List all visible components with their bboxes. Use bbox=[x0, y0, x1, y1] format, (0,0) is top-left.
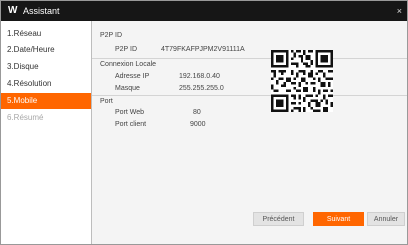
client-port-value: 9000 bbox=[190, 121, 206, 128]
close-icon[interactable]: × bbox=[397, 4, 402, 18]
sidebar-item-date-heure[interactable]: 2.Date/Heure bbox=[1, 42, 91, 58]
p2p-id-value: 4T79FKAFPJPM2V91111A bbox=[161, 46, 245, 53]
previous-button[interactable]: Précédent bbox=[253, 212, 304, 226]
mask-label: Masque bbox=[115, 85, 140, 92]
sidebar-item-resume: 6.Résumé bbox=[7, 113, 44, 122]
p2p-id-label: P2P ID bbox=[115, 46, 138, 53]
main-panel: P2P ID P2P ID 4T79FKAFPJPM2V91111A Conne… bbox=[92, 21, 407, 244]
cancel-button[interactable]: Annuler bbox=[367, 212, 405, 226]
sidebar-item-disque[interactable]: 3.Disque bbox=[1, 59, 91, 75]
connexion-section-title: Connexion Locale bbox=[100, 61, 157, 68]
ip-address-label: Adresse IP bbox=[115, 73, 150, 80]
qr-code-icon bbox=[271, 50, 333, 112]
p2p-section-title: P2P ID bbox=[100, 32, 123, 39]
port-section-title: Port bbox=[100, 98, 113, 105]
divider bbox=[92, 58, 407, 59]
sidebar-item-resolution[interactable]: 4.Résolution bbox=[1, 76, 91, 92]
app-logo-icon: W bbox=[8, 5, 18, 16]
mask-value: 255.255.255.0 bbox=[179, 85, 224, 92]
web-port-label: Port Web bbox=[115, 109, 145, 116]
client-port-label: Port client bbox=[115, 121, 147, 128]
divider bbox=[92, 95, 407, 96]
web-port-value: 80 bbox=[193, 109, 201, 116]
title-bar: W Assistant × bbox=[1, 1, 407, 21]
sidebar: 1.Réseau 2.Date/Heure 3.Disque 4.Résolut… bbox=[1, 21, 92, 244]
assistant-window: W Assistant × 1.Réseau 2.Date/Heure 3.Di… bbox=[0, 0, 408, 245]
ip-address-value: 192.168.0.40 bbox=[179, 73, 220, 80]
sidebar-item-mobile[interactable]: 5.Mobile bbox=[1, 93, 91, 109]
next-button[interactable]: Suivant bbox=[313, 212, 364, 226]
window-title: Assistant bbox=[23, 6, 60, 16]
sidebar-item-reseau[interactable]: 1.Réseau bbox=[1, 26, 91, 42]
